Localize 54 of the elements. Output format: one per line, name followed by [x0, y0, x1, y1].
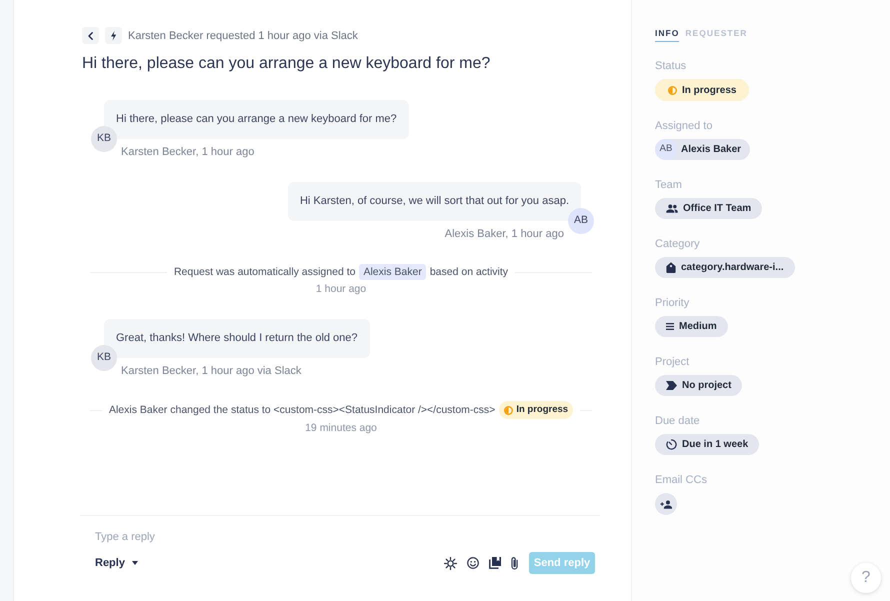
reply-mode-button[interactable]: Reply — [95, 554, 138, 572]
avatar: KB — [91, 345, 117, 371]
caret-icon — [132, 561, 138, 565]
people-icon — [666, 204, 678, 213]
paperclip-icon[interactable] — [511, 556, 518, 570]
timer-icon — [666, 439, 677, 450]
event-time: 1 hour ago — [316, 282, 366, 296]
message-meta: Karsten Becker, 1 hour ago — [121, 145, 254, 159]
add-person-icon — [660, 500, 672, 508]
reply-input[interactable]: Type a reply — [95, 530, 595, 544]
half-circle-icon — [504, 406, 514, 414]
priority-dropdown[interactable]: Medium — [655, 316, 728, 337]
event-text: Alexis Baker changed the status to <custom-css><StatusIndicator /></custom-css> — [108, 403, 496, 417]
event-text: Request was automatically assigned to — [174, 265, 356, 279]
message-text: Great, thanks! Where should I return the old one? — [116, 332, 358, 345]
field-label: Category — [655, 237, 700, 251]
field-label: Team — [655, 178, 682, 192]
avatar: AB — [655, 139, 677, 160]
sun-icon[interactable] — [444, 556, 457, 570]
team-dropdown[interactable]: Office IT Team — [655, 198, 762, 219]
add-cc-button[interactable] — [655, 493, 677, 515]
stacked-squares-icon[interactable] — [489, 557, 501, 569]
field-label: Email CCs — [655, 473, 707, 487]
field-label: Status — [655, 59, 686, 73]
project-dropdown[interactable]: No project — [655, 375, 742, 396]
bolt-icon — [105, 27, 122, 44]
message-text: Hi there, please can you arrange a new keyboard for me? — [116, 113, 397, 126]
sidebar-tab[interactable]: INFO — [655, 28, 680, 42]
field-label: Due date — [655, 414, 700, 428]
request-source-text: Karsten Becker requested 1 hour ago via Slack — [128, 28, 358, 42]
message-meta: Karsten Becker, 1 hour ago via Slack — [121, 364, 302, 378]
chevron-left-icon — [88, 32, 93, 40]
tag-icon — [666, 262, 676, 273]
due-date-dropdown[interactable]: Due in 1 week — [655, 434, 760, 455]
field-label: Assigned to — [655, 119, 712, 133]
request-title: Hi there, please can you arrange a new keyboard for me? — [82, 54, 492, 74]
smiley-icon[interactable] — [467, 557, 479, 569]
category-dropdown[interactable]: category.hardware-i... — [655, 257, 795, 278]
status-label: In progress — [516, 402, 568, 417]
half-circle-icon — [668, 86, 677, 94]
message-meta: Alexis Baker, 1 hour ago — [444, 227, 564, 241]
message-text: Hi Karsten, of course, we will sort that out for you asap. — [300, 195, 569, 208]
event-text: based on activity — [430, 265, 508, 279]
assignee-link[interactable]: Alexis Baker — [359, 264, 426, 280]
back-button[interactable] — [82, 27, 99, 44]
assignee-dropdown[interactable]: AB Alexis Baker — [655, 139, 750, 160]
avatar: KB — [91, 126, 117, 152]
status-dropdown[interactable]: In progress — [655, 79, 750, 101]
event-time: 19 minutes ago — [305, 421, 377, 435]
label-icon — [666, 381, 677, 390]
avatar: AB — [568, 208, 594, 234]
lines-icon — [666, 323, 674, 330]
field-label: Project — [655, 355, 690, 369]
field-label: Priority — [655, 296, 690, 310]
